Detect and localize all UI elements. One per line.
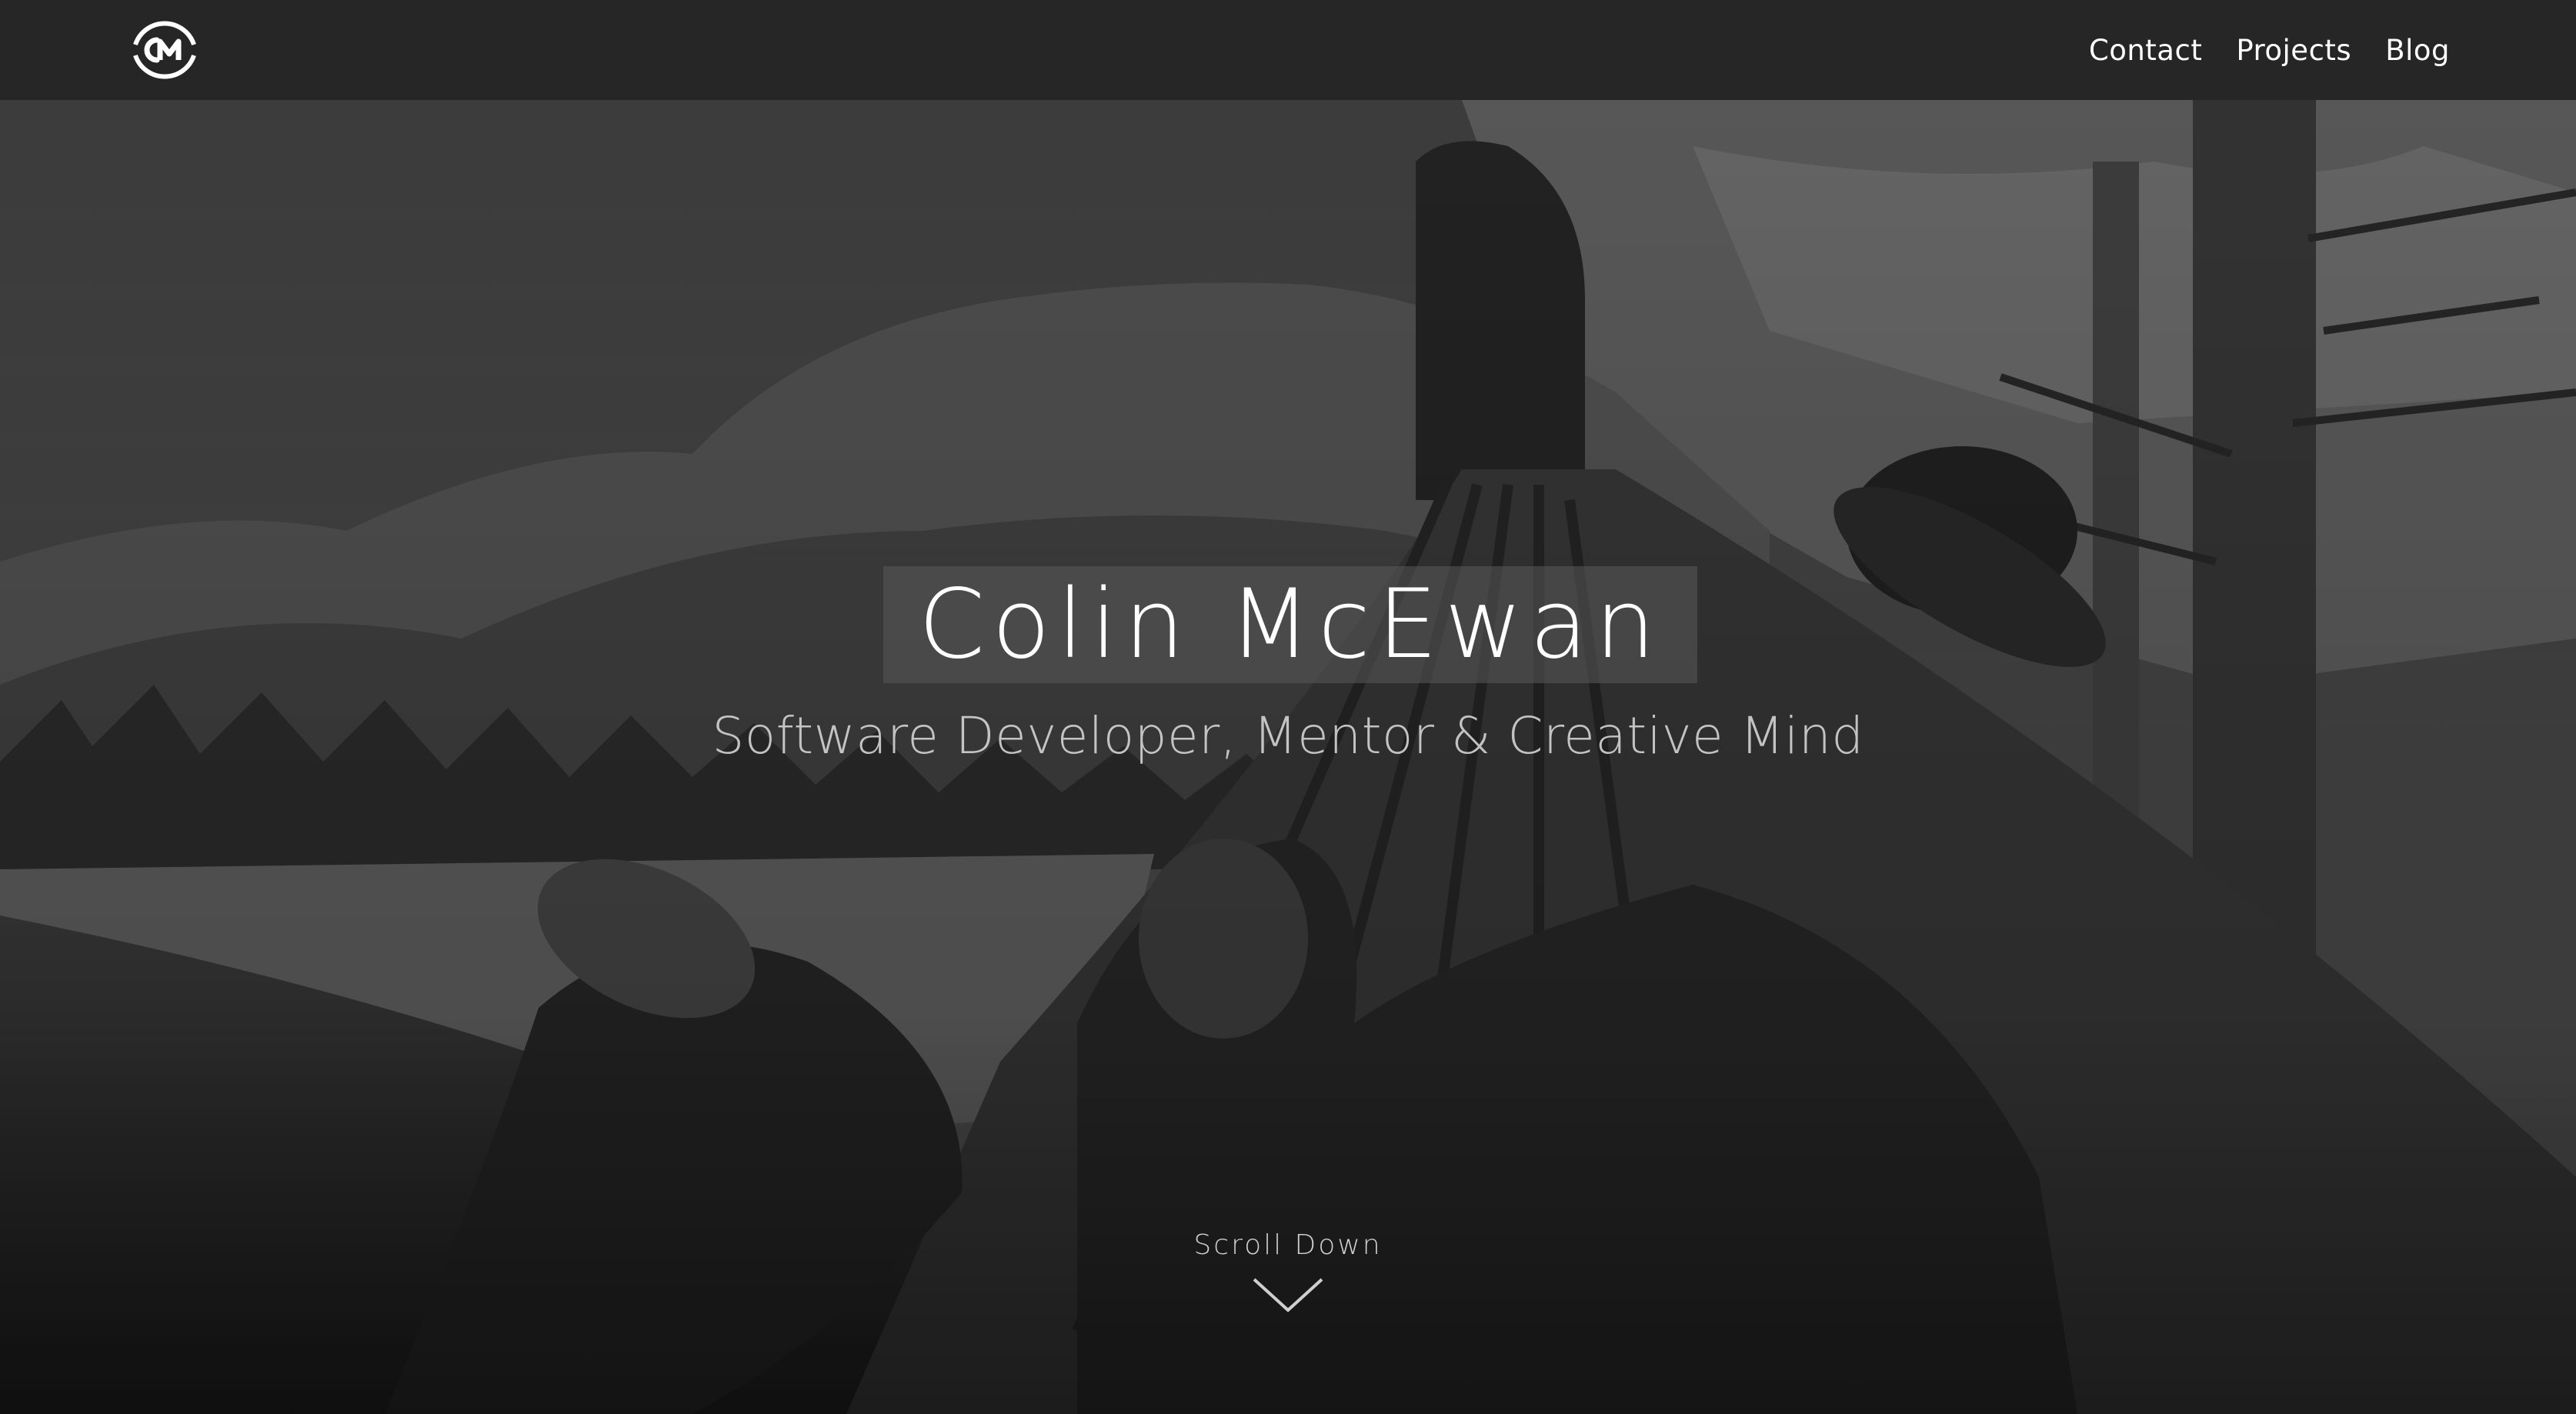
nav-blog-link[interactable]: Blog bbox=[2385, 34, 2450, 67]
hero-subtitle: Software Developer, Mentor & Creative Mi… bbox=[712, 706, 1864, 765]
navbar: Contact Projects Blog bbox=[0, 0, 2576, 100]
hero-title: Colin McEwan bbox=[918, 569, 1663, 680]
cm-logo-icon bbox=[133, 21, 196, 79]
scroll-down-label: Scroll Down bbox=[1193, 1229, 1383, 1261]
page: Contact Projects Blog Colin McEwan Softw… bbox=[0, 0, 2576, 1414]
nav-projects-link[interactable]: Projects bbox=[2236, 34, 2351, 67]
hero-section: Colin McEwan Software Developer, Mentor … bbox=[0, 100, 2576, 1414]
chevron-down-icon bbox=[1253, 1278, 1323, 1312]
nav-contact-link[interactable]: Contact bbox=[2089, 34, 2202, 67]
logo[interactable] bbox=[129, 15, 200, 85]
scroll-down-button[interactable]: Scroll Down bbox=[1134, 1229, 1442, 1345]
title-box: Colin McEwan bbox=[883, 566, 1697, 683]
main-nav: Contact Projects Blog bbox=[2089, 0, 2450, 100]
